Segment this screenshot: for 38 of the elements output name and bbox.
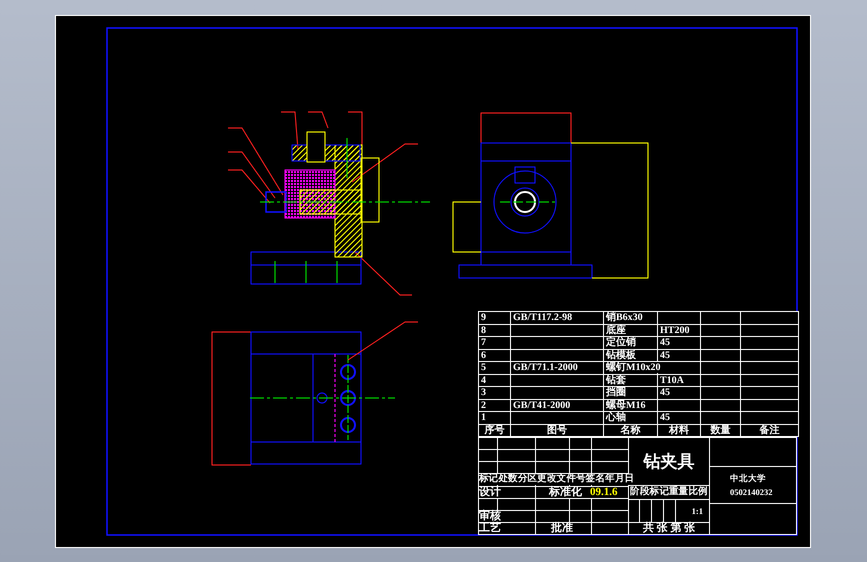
table-cell: 6 xyxy=(479,350,511,361)
column-header: 名称 xyxy=(620,424,640,436)
stage-header: 阶段标记重量比例 xyxy=(630,487,708,498)
table-cell: 1 xyxy=(479,412,511,424)
table-cell: GB/T41-2000 xyxy=(513,400,570,410)
table-cell: 3 xyxy=(479,387,511,398)
table-cell: 螺钉M10x20 xyxy=(606,362,660,373)
date-text: 09.1.6 xyxy=(590,486,618,498)
table-cell: 挡圈 xyxy=(606,387,626,398)
table-cell: 45 xyxy=(660,350,670,360)
column-header: 数量 xyxy=(710,424,730,436)
table-cell: 2 xyxy=(479,400,511,411)
table-cell: T10A xyxy=(660,374,684,386)
table-cell: 8 xyxy=(479,324,511,336)
column-header: 序号 xyxy=(484,424,504,436)
table-cell: 销B6x30 xyxy=(606,312,643,323)
column-header: 材料 xyxy=(669,424,689,436)
drawing-title: 钻夹具 xyxy=(644,451,694,474)
table-cell: HT200 xyxy=(660,324,690,336)
table-cell: 45 xyxy=(660,337,670,348)
table-cell: 4 xyxy=(479,374,511,386)
table-cell: 9 xyxy=(479,312,511,324)
table-cell: 钻模板 xyxy=(606,350,636,360)
table-cell: 7 xyxy=(479,337,511,348)
column-header: 备注 xyxy=(760,424,780,436)
column-header: 图号 xyxy=(547,424,567,436)
table-cell: 定位销 xyxy=(606,337,636,348)
table-cell: 底座 xyxy=(606,324,626,336)
reviewer-label: 审核 xyxy=(479,510,501,522)
table-cell: 45 xyxy=(660,412,670,423)
table-cell: GB/T117.2-98 xyxy=(513,312,572,323)
table-cell: 钻套 xyxy=(606,374,626,386)
table-cell: 螺母M16 xyxy=(606,400,646,410)
table-cell: GB/T71.1-2000 xyxy=(513,362,578,373)
table-cell: 心轴 xyxy=(606,412,626,423)
table-cell: 45 xyxy=(660,387,670,398)
table-cell: 5 xyxy=(479,362,511,374)
scale-text: 1:1 xyxy=(692,506,703,517)
